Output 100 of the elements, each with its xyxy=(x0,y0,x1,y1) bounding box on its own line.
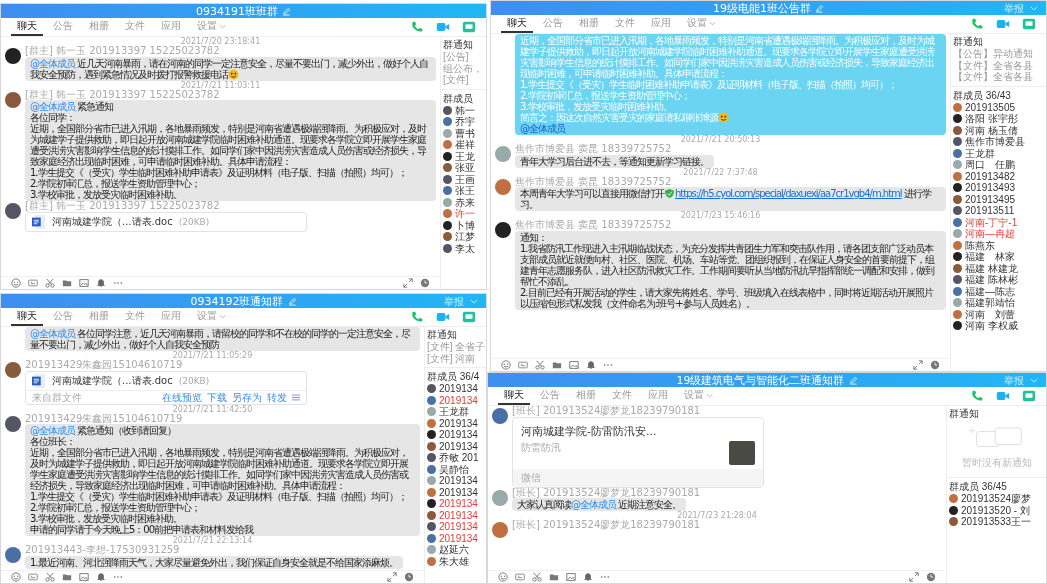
member-name[interactable]: 张亚 xyxy=(455,162,475,174)
member-name[interactable]: 河南-丁宁-1 xyxy=(965,216,1018,228)
member-name[interactable]: 2019134 xyxy=(439,394,478,406)
phone-icon[interactable] xyxy=(970,389,984,403)
member-name[interactable]: 吴静怡 xyxy=(439,463,469,475)
scissors-icon[interactable] xyxy=(45,278,55,288)
member-name[interactable]: 2019134 xyxy=(439,475,478,487)
avatar[interactable] xyxy=(5,415,21,432)
member-name[interactable]: 陈燕东 xyxy=(965,239,995,251)
member-name[interactable]: 曹书 xyxy=(455,127,475,139)
member-name[interactable]: 201913493 xyxy=(965,182,1016,194)
member-name[interactable]: 王龙 xyxy=(455,150,475,162)
member-name[interactable]: 2019134 xyxy=(439,440,478,452)
gif-icon[interactable] xyxy=(28,278,38,288)
image-icon[interactable] xyxy=(566,572,576,582)
member-name[interactable]: 201913495 xyxy=(965,193,1016,205)
member-name[interactable]: 焦作市博爱县 xyxy=(965,136,1025,148)
member-name[interactable]: 201913511 xyxy=(965,205,1015,217)
scissors-icon[interactable] xyxy=(45,572,55,582)
member-name[interactable]: 2019134 xyxy=(439,532,478,544)
member-name[interactable]: 2019134 xyxy=(439,498,478,510)
file-card[interactable]: 河南城建学院（...请表.doc (20KB) xyxy=(25,211,307,232)
member-name[interactable]: 韩一 xyxy=(455,104,475,116)
screen-icon[interactable] xyxy=(1022,389,1036,403)
member-name[interactable]: 福建—陈志 xyxy=(965,285,1015,297)
smiley-icon[interactable] xyxy=(501,360,511,370)
clock-icon[interactable] xyxy=(420,278,430,288)
mention-link[interactable]: @全体成员 xyxy=(520,123,565,134)
file-card[interactable]: 河南城建学院（...请表.doc (20KB) 来自群文件 在线预览 下载 另存为 转发 xyxy=(25,370,307,405)
file-action-link[interactable]: 另存为 xyxy=(232,391,262,403)
member-name[interactable]: 朱大雄 xyxy=(439,555,469,567)
expand-icon[interactable] xyxy=(909,572,919,582)
avatar[interactable] xyxy=(5,203,21,219)
member-name[interactable]: 洛阳 张宇彤 xyxy=(965,113,1018,125)
clock-icon[interactable] xyxy=(404,572,414,582)
file-action-link[interactable]: 下载 xyxy=(207,391,227,403)
smiley-icon[interactable] xyxy=(11,572,21,582)
member-name[interactable]: 河南 杨玉倩 xyxy=(965,124,1018,136)
video-camera-icon[interactable] xyxy=(436,310,450,324)
member-name[interactable]: 赵延六 xyxy=(439,544,469,556)
image-icon[interactable] xyxy=(79,572,89,582)
member-name[interactable]: 河南 刘蕾 xyxy=(965,308,1015,320)
edit-icon[interactable] xyxy=(815,3,824,13)
member-name[interactable]: 乔宇 xyxy=(455,116,475,128)
edit-icon[interactable] xyxy=(287,296,297,306)
scissors-icon[interactable] xyxy=(535,360,545,370)
member-name[interactable]: 赤来 xyxy=(455,196,475,208)
member-name[interactable]: 201913520 - 刘 xyxy=(961,504,1030,516)
tab[interactable]: 聊天 xyxy=(498,387,530,405)
member-name[interactable]: 201913505 xyxy=(965,101,1016,113)
member-name[interactable]: 张王 xyxy=(455,185,475,197)
member-name[interactable]: 福建 陈林彬 xyxy=(965,274,1018,286)
phone-icon[interactable] xyxy=(410,310,424,324)
url-link[interactable]: https://h5.cyol.com/special/daxuexi/aa7cr1vgb4/m.html xyxy=(675,188,902,199)
edit-icon[interactable] xyxy=(282,6,291,16)
tab[interactable]: 聊天 xyxy=(11,18,43,36)
avatar[interactable] xyxy=(495,222,511,238)
gif-icon[interactable] xyxy=(515,572,525,582)
screen-icon[interactable] xyxy=(462,310,476,324)
screen-icon[interactable] xyxy=(462,20,476,34)
member-name[interactable]: 福建郭靖怡 xyxy=(965,297,1015,309)
gif-icon[interactable] xyxy=(28,572,38,582)
menu-icon[interactable] xyxy=(292,393,300,401)
member-name[interactable]: 许一 xyxy=(455,208,475,220)
phone-icon[interactable] xyxy=(410,20,424,34)
video-camera-icon[interactable] xyxy=(436,20,450,34)
clock-icon[interactable] xyxy=(926,572,936,582)
avatar[interactable] xyxy=(5,48,21,64)
folder-icon[interactable] xyxy=(552,360,562,370)
member-name[interactable]: 福建 林建龙 xyxy=(965,262,1018,274)
folder-icon[interactable] xyxy=(549,572,559,582)
member-name[interactable]: 王画 xyxy=(455,173,475,185)
member-name[interactable]: 2019134 xyxy=(439,509,478,521)
folder-icon[interactable] xyxy=(62,572,72,582)
member-name[interactable]: 201913482 xyxy=(965,170,1016,182)
member-name[interactable]: 201913524廖梦 xyxy=(961,493,1032,505)
bell-icon[interactable] xyxy=(96,572,106,582)
bell-icon[interactable] xyxy=(586,360,596,370)
smiley-icon[interactable] xyxy=(11,278,21,288)
member-name[interactable]: 卜博 xyxy=(455,219,475,231)
phone-icon[interactable] xyxy=(970,17,984,31)
member-name[interactable]: 王龙群 xyxy=(965,147,995,159)
folder-icon[interactable] xyxy=(62,278,72,288)
member-name[interactable]: 河南—冉超 xyxy=(965,228,1015,240)
link-card[interactable]: 河南城建学院-防雷防汛安... 防雷防汛 微信 xyxy=(512,416,764,488)
member-name[interactable]: 2019134 xyxy=(439,383,478,395)
gif-icon[interactable] xyxy=(518,360,528,370)
expand-icon[interactable] xyxy=(913,360,923,370)
expand-icon[interactable] xyxy=(403,278,413,288)
member-name[interactable]: 201913533王一 xyxy=(961,516,1032,528)
member-name[interactable]: 福建 林家 xyxy=(965,251,1015,263)
video-camera-icon[interactable] xyxy=(996,389,1010,403)
member-name[interactable]: 河南 李权威 xyxy=(965,320,1018,332)
video-camera-icon[interactable] xyxy=(996,17,1010,31)
file-action-link[interactable]: 转发 xyxy=(267,391,287,403)
member-name[interactable]: 2019134 xyxy=(439,521,478,533)
clock-icon[interactable] xyxy=(930,360,940,370)
member-name[interactable]: 崔祥 xyxy=(455,139,475,151)
member-name[interactable]: 江梦 xyxy=(455,231,475,243)
image-icon[interactable] xyxy=(79,278,89,288)
